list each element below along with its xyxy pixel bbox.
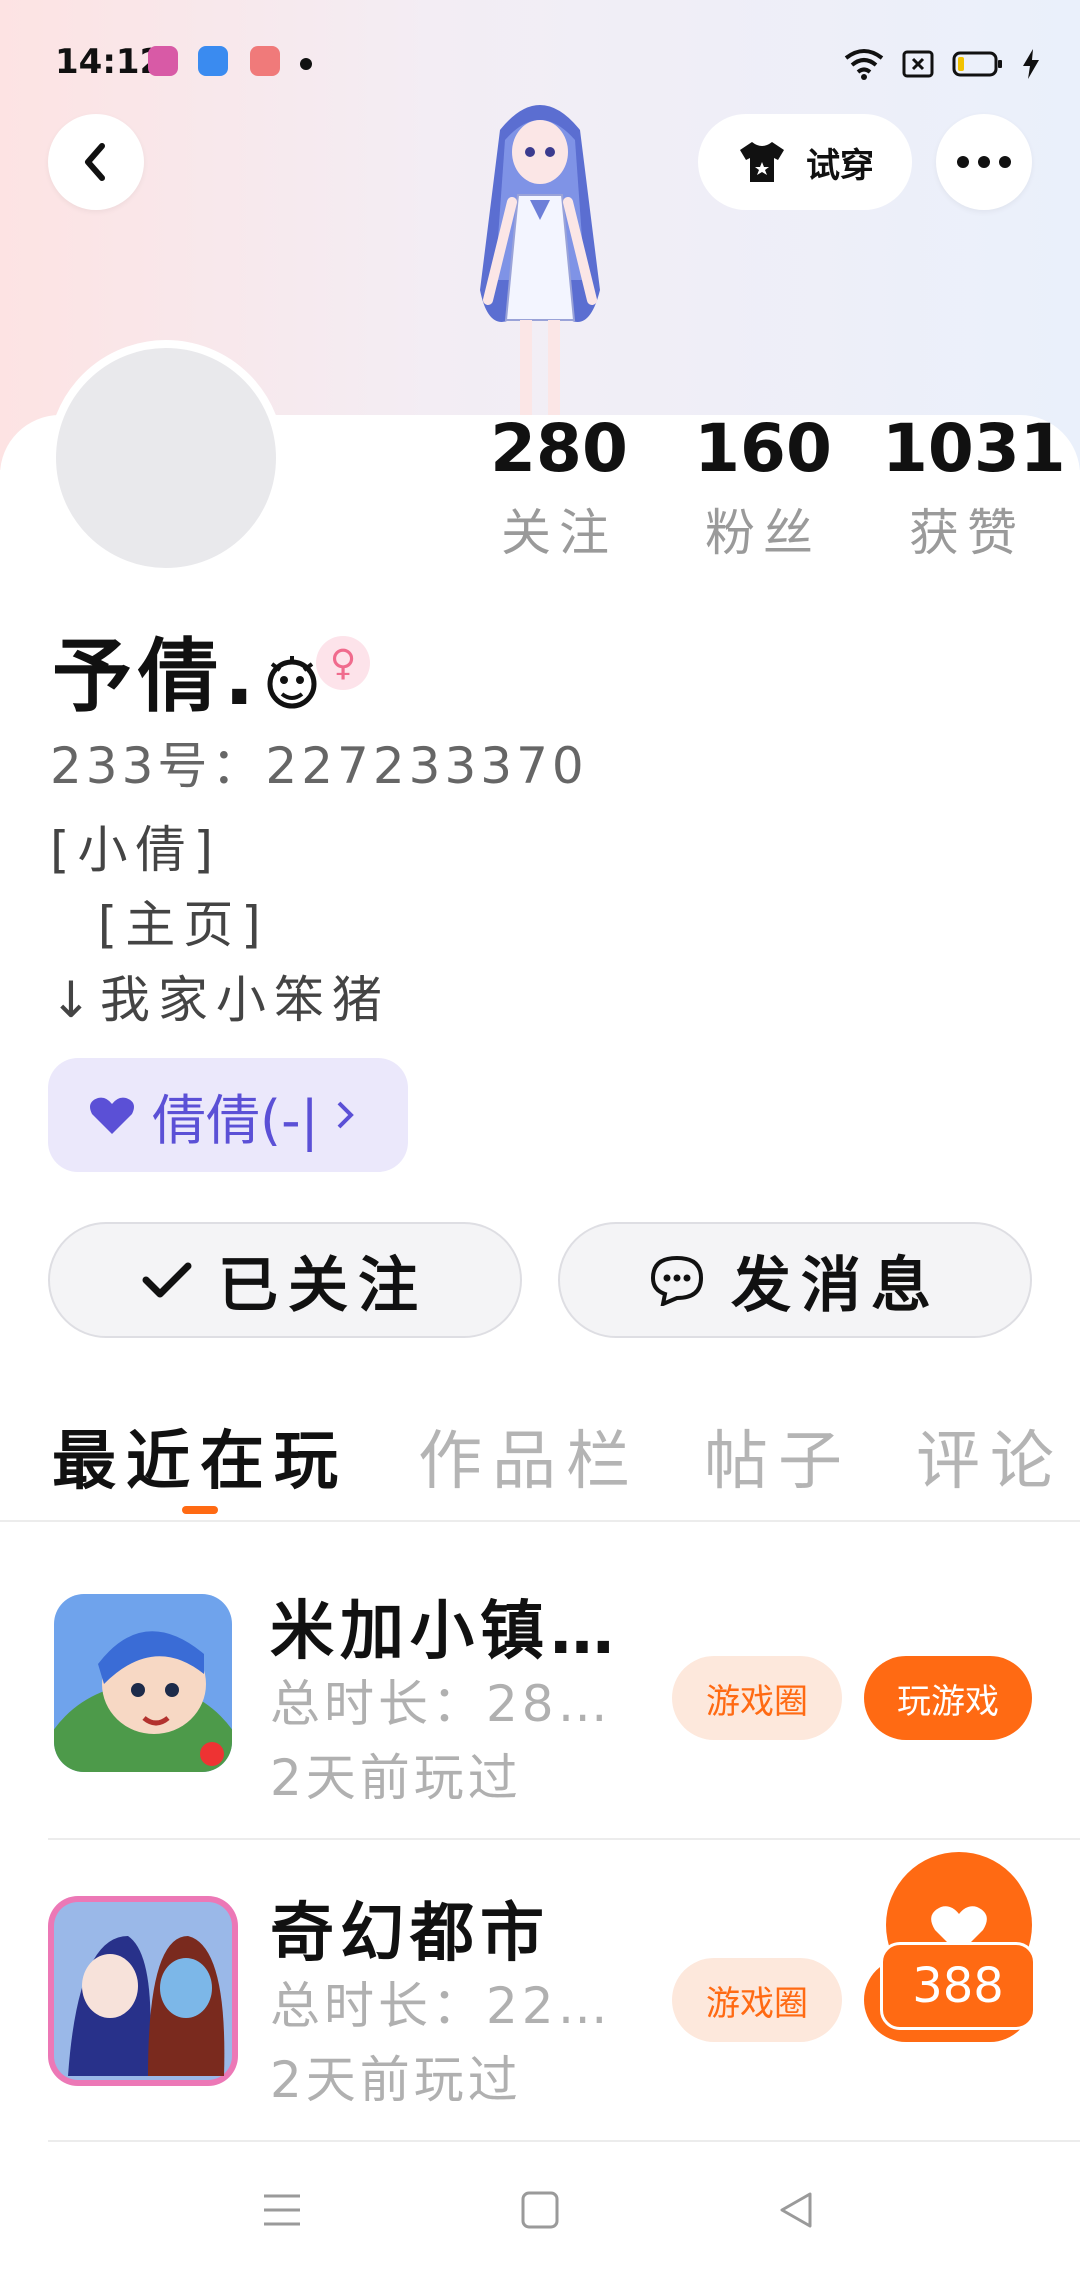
game-circle-label: 游戏圈 [706,1681,808,1722]
followers-count: 160 [694,410,832,487]
likes-count: 1031 [882,410,1066,487]
tab-comments[interactable]: 评论 [916,1410,1064,1502]
back-button[interactable] [48,114,144,210]
game-circle-button[interactable]: 游戏圈 [672,1656,842,1740]
status-icons [844,46,1040,82]
avatar[interactable] [48,340,284,576]
likes-label: 获赞 [909,504,1025,562]
tab-recently-played[interactable]: 最近在玩 [52,1410,348,1502]
game-playtime: 总时长：22… [270,1977,612,2035]
status-time: 14:12 [55,42,164,82]
following-count: 280 [490,410,628,487]
profile-name-text: 予倩. [52,630,261,723]
chat-bubble-icon [650,1255,704,1306]
dress-up-avatar-figure[interactable] [450,90,630,420]
bio-line: ↓我家小笨猪 [50,971,390,1029]
wifi-icon [844,49,884,80]
game-title: 奇幻都市 [270,1897,550,1971]
try-on-button[interactable]: 试穿 [698,114,912,210]
game-circle-label: 游戏圈 [706,1983,808,2024]
heart-icon [90,1097,134,1134]
back-triangle-icon[interactable] [776,2190,816,2230]
charging-icon [1023,49,1039,79]
bio-line: [小倩] [50,821,222,879]
app-notification-icon [198,46,228,76]
more-dots-icon [957,156,1011,168]
fan-group-label: 倩倩(-| [152,1088,319,1152]
row-divider [48,2140,1080,2142]
followers-label: 粉丝 [705,504,821,562]
system-navigation-bar [0,2152,1080,2280]
more-notifications-icon [300,58,312,70]
game-last-played: 2天前玩过 [270,2051,522,2109]
send-message-button[interactable]: 发消息 [558,1222,1032,1338]
game-item[interactable]: 米加小镇… 总时长：28… 2天前玩过 游戏圈 玩游戏 [0,1548,1080,1850]
try-on-label: 试穿 [806,145,874,186]
account-id: 233号：227233370 [50,737,588,795]
play-game-button[interactable]: 玩游戏 [864,1656,1032,1740]
game-playtime: 总时长：28… [270,1675,612,1733]
bio-line: [主页] [50,896,269,954]
fan-group-chip[interactable]: 倩倩(-| [48,1058,408,1172]
like-count-badge[interactable]: 388 [880,1942,1036,2030]
row-divider [48,1838,1080,1840]
stat-following[interactable]: 280 关注 [474,410,644,565]
following-label: 关注 [501,504,617,562]
tab-works[interactable]: 作品栏 [418,1410,640,1502]
profile-name: 予倩. [52,612,324,728]
tab-posts[interactable]: 帖子 [704,1410,852,1502]
send-message-label: 发消息 [731,1250,941,1321]
tshirt-icon [740,142,784,182]
game-last-played: 2天前玩过 [270,1749,522,1807]
active-tab-indicator [182,1506,218,1514]
sim-off-icon [902,50,934,78]
like-count: 388 [912,1958,1004,2014]
stat-likes[interactable]: 1031 获赞 [882,410,1066,565]
battery-icon [952,51,1002,77]
menu-icon[interactable] [262,2192,302,2228]
game-notification-icon [250,46,280,76]
check-icon [142,1262,192,1298]
chevron-left-icon [85,143,105,181]
play-game-label: 玩游戏 [897,1681,999,1722]
app-notification-icon [148,46,178,76]
profile-tabs: 最近在玩 作品栏 帖子 评论 [0,1400,1080,1522]
more-options-button[interactable] [936,114,1032,210]
gender-female-icon: ♀ [316,636,370,690]
home-icon[interactable] [520,2190,560,2230]
game-title: 米加小镇… [270,1595,620,1669]
chevron-right-icon [337,1101,354,1129]
name-decoration-icon [267,656,317,709]
game-icon-miga-town [54,1594,232,1772]
following-button-label: 已关注 [218,1250,428,1321]
following-button[interactable]: 已关注 [48,1222,522,1338]
game-icon-fantasy-city [48,1896,238,2086]
stat-followers[interactable]: 160 粉丝 [678,410,848,565]
game-circle-button[interactable]: 游戏圈 [672,1958,842,2042]
